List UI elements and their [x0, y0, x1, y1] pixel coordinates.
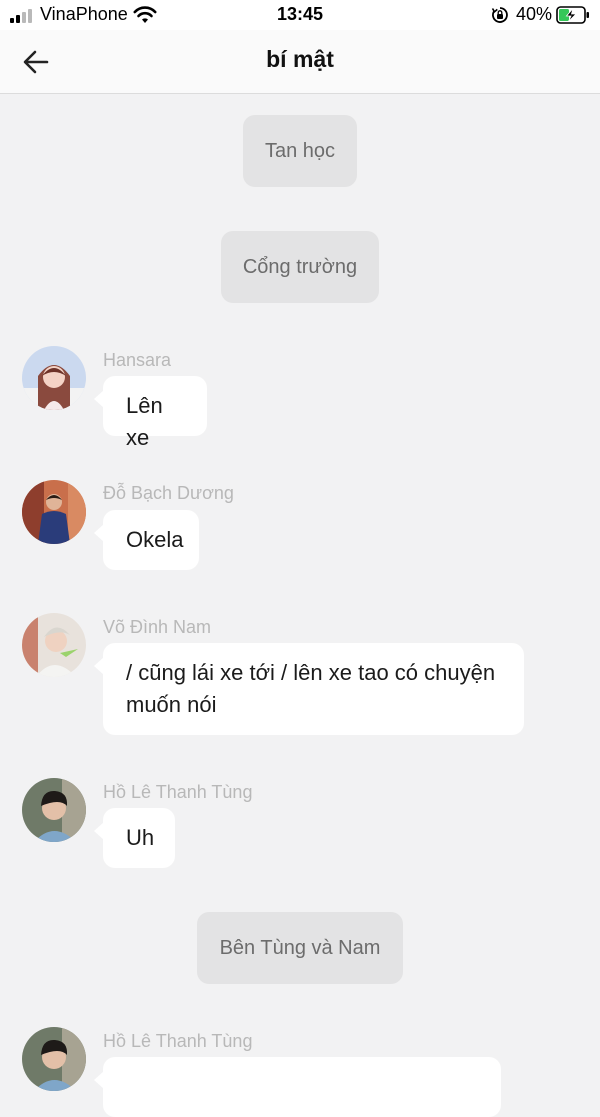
avatar[interactable]	[22, 346, 86, 410]
battery-charging-icon	[556, 6, 589, 24]
message-bubble[interactable]: Okela	[94, 510, 199, 570]
sender-name: Đỗ Bạch Dương	[103, 483, 234, 503]
message-bubble[interactable]	[94, 1057, 501, 1117]
sender-name: Hồ Lê Thanh Tùng	[103, 1031, 253, 1051]
system-message: Tan học	[243, 115, 357, 187]
sender-name: Hồ Lê Thanh Tùng	[103, 782, 253, 802]
message-bubble[interactable]: / cũng lái xe tới / lên xe tao có chuyện…	[94, 643, 524, 735]
message-bubble[interactable]: Lên xe	[94, 376, 207, 450]
avatar[interactable]	[22, 778, 86, 842]
message-bubble[interactable]: Uh	[94, 808, 175, 868]
sender-name: Võ Đình Nam	[103, 617, 212, 637]
avatar[interactable]	[22, 613, 86, 677]
battery-percent: 40%	[516, 4, 553, 24]
avatar[interactable]	[22, 480, 86, 544]
status-bar: VinaPhone 13:45 40%	[0, 0, 600, 30]
status-time: 13:45	[276, 4, 324, 24]
orientation-lock-icon	[491, 7, 508, 23]
chat-header: bí mật	[0, 30, 600, 94]
system-message: Bên Tùng và Nam	[197, 912, 403, 984]
chat-title: bí mật	[266, 46, 334, 72]
avatar[interactable]	[22, 1027, 86, 1091]
system-message: Cổng trường	[221, 231, 379, 303]
sender-name: Hansara	[103, 350, 172, 370]
